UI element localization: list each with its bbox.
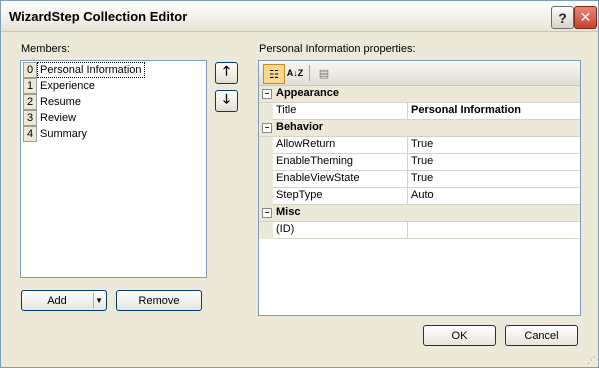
row-gutter: [259, 154, 273, 171]
add-button[interactable]: Add ▼: [21, 290, 107, 311]
property-value[interactable]: True: [411, 155, 433, 167]
collection-editor-dialog: WizardStep Collection Editor ? ✕ Members…: [0, 0, 599, 368]
row-gutter: [259, 222, 273, 239]
category-name: Behavior: [276, 121, 324, 133]
property-name: StepType: [276, 189, 323, 201]
property-row-allowreturn[interactable]: AllowReturn True: [259, 137, 580, 154]
property-value[interactable]: True: [411, 172, 433, 184]
property-grid[interactable]: ☷ A↓Z ▤ − Appearance Title Personal Info…: [258, 60, 581, 316]
arrow-up-icon: 🡑: [223, 63, 230, 78]
ok-button[interactable]: OK: [423, 325, 496, 346]
help-icon: ?: [558, 9, 567, 26]
window-title: WizardStep Collection Editor: [9, 9, 188, 24]
member-index: 3: [23, 110, 37, 126]
row-gutter: [259, 103, 273, 120]
member-index: 1: [23, 78, 37, 94]
column-divider: [407, 154, 408, 170]
remove-button-label: Remove: [138, 294, 180, 307]
property-row-enableviewstate[interactable]: EnableViewState True: [259, 171, 580, 188]
property-pages-icon[interactable]: ▤: [314, 64, 334, 82]
remove-button[interactable]: Remove: [116, 290, 202, 311]
category-appearance[interactable]: − Appearance: [259, 86, 580, 103]
property-row-enabletheming[interactable]: EnableTheming True: [259, 154, 580, 171]
member-item-resume[interactable]: 2 Resume: [22, 94, 205, 110]
collapse-icon[interactable]: −: [262, 123, 272, 133]
member-item-personal-information[interactable]: 0 Personal Information: [22, 62, 205, 78]
column-divider: [407, 188, 408, 204]
category-name: Appearance: [276, 87, 339, 99]
property-row-title[interactable]: Title Personal Information: [259, 103, 580, 120]
collapse-icon[interactable]: −: [262, 208, 272, 218]
property-name: Title: [276, 104, 297, 116]
split-divider: [93, 293, 94, 308]
move-down-button[interactable]: 🡓: [215, 90, 238, 112]
property-row-steptype[interactable]: StepType Auto: [259, 188, 580, 205]
member-name: Personal Information: [37, 62, 145, 78]
alphabetical-icon[interactable]: A↓Z: [285, 64, 305, 82]
property-value[interactable]: Personal Information: [411, 104, 521, 116]
properties-label: Personal Information properties:: [259, 43, 416, 55]
ok-button-label: OK: [451, 329, 468, 342]
collapse-icon[interactable]: −: [262, 89, 272, 99]
member-name: Review: [40, 112, 77, 124]
arrow-down-icon: 🡓: [223, 91, 230, 106]
row-gutter: [259, 137, 273, 154]
column-divider: [407, 137, 408, 153]
cancel-button-label: Cancel: [524, 329, 559, 342]
property-name: EnableTheming: [276, 155, 354, 167]
property-pages-glyph: ▤: [318, 67, 330, 80]
property-name: (ID): [276, 223, 295, 235]
member-item-experience[interactable]: 1 Experience: [22, 78, 205, 94]
members-label: Members:: [21, 43, 70, 55]
property-grid-toolbar: ☷ A↓Z ▤: [259, 61, 580, 86]
member-item-review[interactable]: 3 Review: [22, 110, 205, 126]
add-button-label: Add: [47, 294, 67, 307]
property-name: EnableViewState: [276, 172, 360, 184]
column-divider: [407, 103, 408, 119]
property-row-id[interactable]: (ID): [259, 222, 580, 239]
cancel-button[interactable]: Cancel: [505, 325, 578, 346]
categorized-glyph: ☷: [269, 68, 279, 81]
row-gutter: [259, 188, 273, 205]
column-divider: [407, 171, 408, 187]
alphabetical-glyph: A↓Z: [286, 68, 304, 78]
dropdown-caret-icon[interactable]: ▼: [95, 296, 103, 305]
member-index: 4: [23, 126, 37, 142]
close-icon: ✕: [579, 9, 592, 25]
property-rows: − Appearance Title Personal Information …: [259, 86, 580, 239]
row-gutter: [259, 171, 273, 188]
member-name: Summary: [40, 128, 88, 140]
close-button[interactable]: ✕: [574, 6, 597, 29]
column-divider: [407, 222, 408, 238]
member-name: Experience: [40, 80, 96, 92]
members-list[interactable]: 0 Personal Information 1 Experience 2 Re…: [20, 60, 207, 278]
help-button[interactable]: ?: [551, 6, 574, 29]
member-index: 0: [23, 62, 37, 78]
move-up-button[interactable]: 🡑: [215, 62, 238, 84]
categorized-icon[interactable]: ☷: [263, 64, 285, 84]
property-value[interactable]: True: [411, 138, 433, 150]
title-bar: WizardStep Collection Editor ? ✕: [1, 1, 598, 32]
member-name: Resume: [40, 96, 81, 108]
category-behavior[interactable]: − Behavior: [259, 120, 580, 137]
member-index: 2: [23, 94, 37, 110]
property-value[interactable]: Auto: [411, 189, 434, 201]
toolbar-separator: [309, 65, 310, 81]
property-name: AllowReturn: [276, 138, 336, 150]
resize-grip-icon[interactable]: ⋰: [587, 355, 596, 366]
category-name: Misc: [276, 206, 301, 218]
category-misc[interactable]: − Misc: [259, 205, 580, 222]
member-item-summary[interactable]: 4 Summary: [22, 126, 205, 142]
